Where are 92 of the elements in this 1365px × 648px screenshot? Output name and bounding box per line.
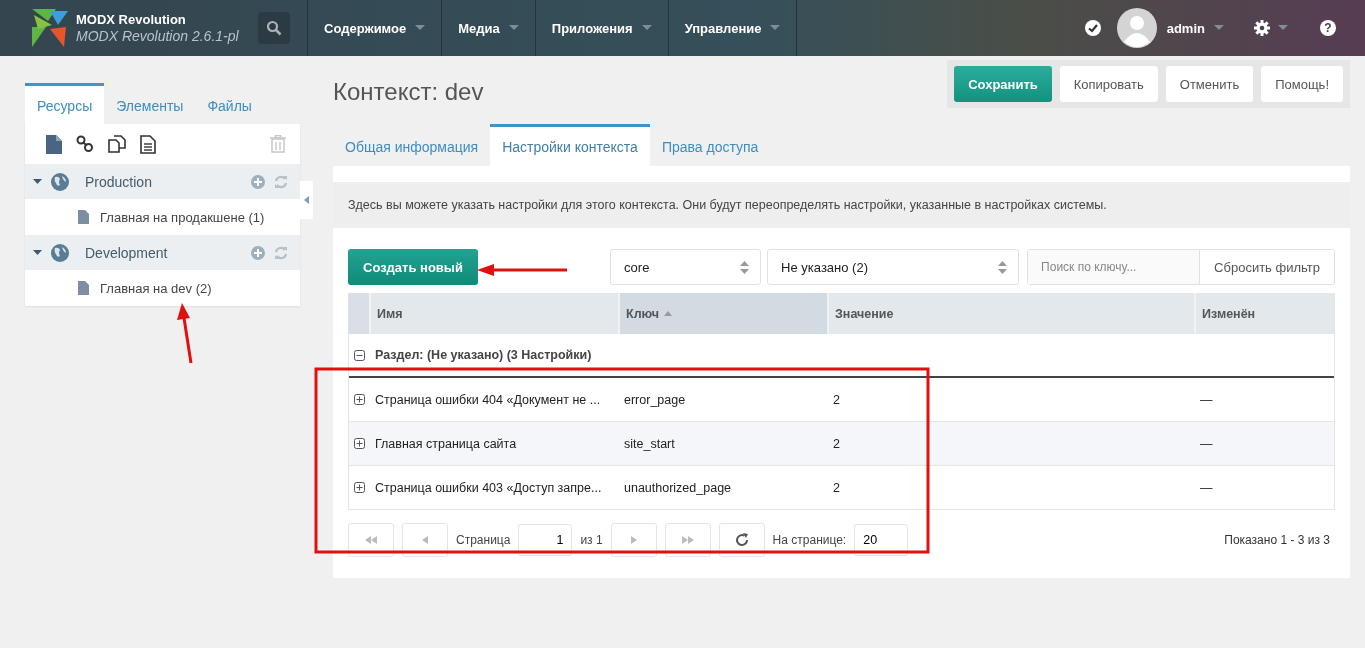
nav-menu-item[interactable]: Приложения [535,0,669,56]
search-field[interactable]: Поиск по ключу... [1028,250,1201,284]
collapse-handle[interactable] [300,181,313,219]
table-cell: error_page [624,392,686,407]
expanded-caret-icon[interactable] [33,248,42,257]
check-icon[interactable] [1084,20,1101,36]
brand-subtitle: MODX Revolution 2.6.1-pl [76,28,239,44]
create-button[interactable]: Создать новый [348,249,478,285]
expand-icon[interactable] [354,394,365,405]
description-text: Здесь вы можете указать настройки для этого контекста. Они будут переопределять настройки, указанные в настройках системы. [333,182,1350,228]
globe-icon [51,243,69,262]
group-label: Раздел: (Не указано) (3 Настройки) [375,348,592,362]
results-summary: Показано 1 - 3 из 3 [1224,533,1330,547]
nav-menu-item[interactable]: Содержимое [308,0,443,56]
document-icon[interactable] [46,134,62,154]
table-cell: Главная страница сайта [375,436,517,451]
previous-page-button[interactable] [402,523,448,557]
double-right-arrow-icon [681,536,694,544]
double-left-arrow-icon [365,536,377,544]
nav-menu-item[interactable]: Медиа [442,0,536,56]
sidebar-tab[interactable]: Ресурсы [25,83,105,124]
document-icon [78,281,89,295]
context-node[interactable]: Development [25,235,300,270]
expand-icon[interactable] [354,438,365,449]
table-cell: — [1200,436,1213,451]
left-arrow-icon [422,536,428,544]
refresh-icon [734,533,749,547]
resource-node[interactable]: Главная на продакшене (1) [25,199,300,235]
first-page-button[interactable] [348,523,394,557]
sort-arrows-icon [740,260,750,274]
reset-filter-button[interactable]: Сбросить фильтр [1200,250,1334,284]
text-document-icon[interactable] [140,134,156,154]
context-label: Development [85,244,169,261]
globe-icon [51,172,69,191]
page-input[interactable]: 1 [518,524,573,556]
search-button[interactable] [258,12,290,44]
brand-title: MODX Revolution [76,12,187,28]
search-icon [266,20,282,36]
settings-icon [1254,20,1270,36]
table-cell: — [1200,392,1213,407]
expanded-caret-icon[interactable] [33,177,42,186]
page-count-label: из 1 [580,533,603,547]
caret-icon [415,25,426,31]
avatar-icon[interactable] [1116,8,1157,48]
action-button[interactable]: Копировать [1059,66,1158,102]
nav-menu-item[interactable]: Управление [668,0,798,56]
per-page-input[interactable]: 20 [854,524,909,556]
column-header[interactable]: Значение [827,293,1194,334]
caret-icon [508,25,519,31]
context-label: Production [85,173,153,190]
table-cell: Страница ошибки 404 «Документ не ... [375,392,601,407]
column-header[interactable]: Изменён [1194,293,1334,334]
action-button[interactable]: Помощь! [1261,66,1343,102]
per-page-label: На странице: [772,533,847,547]
resource-node[interactable]: Главная на dev (2) [25,270,300,306]
sort-arrows-icon [998,260,1008,274]
area-select[interactable]: Не указано (2) [767,249,1020,285]
table-cell: 2 [833,392,840,407]
caret-icon [770,25,781,31]
resource-label: Главная на dev (2) [100,280,212,296]
tab[interactable]: Настройки контекста [490,124,650,166]
table-cell: 2 [833,480,840,495]
refresh-button[interactable] [718,523,765,557]
copy-icon[interactable] [108,135,126,153]
page-label: Страница [456,533,511,547]
column-header[interactable]: Ключ [618,293,827,334]
sort-ascending-icon [664,311,673,316]
annotation-arrow [177,303,193,364]
right-arrow-icon [630,536,637,544]
caret-icon [1214,25,1224,31]
page-title: Контекст: dev [333,78,484,106]
expand-icon[interactable] [354,482,365,493]
user-menu[interactable]: admin [1166,20,1224,36]
settings-button[interactable] [1254,20,1288,36]
action-button[interactable]: Отменить [1165,66,1254,102]
table-cell: site_start [624,436,675,451]
table-cell: — [1200,480,1213,495]
help-button[interactable]: ? [1320,20,1336,36]
caret-icon [641,25,652,31]
resource-label: Главная на продакшене (1) [100,209,265,225]
namespace-select[interactable]: core [610,249,762,285]
last-page-button[interactable] [664,523,711,557]
collapse-arrow-icon [304,196,309,204]
table-cell: Страница ошибки 403 «Доступ запре... [375,480,602,495]
collapse-icon[interactable] [354,349,365,361]
document-icon [78,210,89,224]
link-icon[interactable] [76,135,94,153]
next-page-button[interactable] [610,523,657,557]
table-cell: 2 [833,436,840,451]
context-node[interactable]: Production [25,164,300,199]
caret-icon [1278,25,1288,31]
table-cell: unauthorized_page [624,480,732,495]
